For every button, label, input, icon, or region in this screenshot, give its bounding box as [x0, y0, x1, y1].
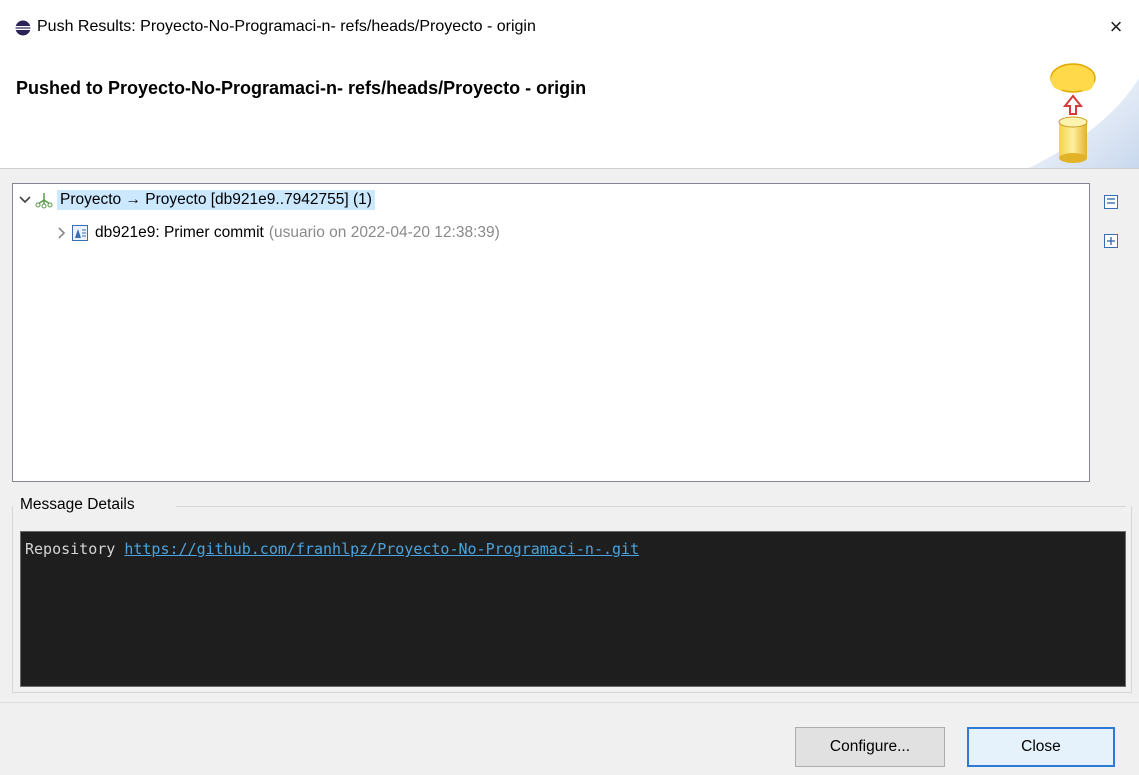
- expand-all-icon[interactable]: [1102, 232, 1120, 250]
- chevron-right-icon[interactable]: [53, 225, 69, 241]
- dialog-banner: Pushed to Proyecto-No-Programaci-n- refs…: [0, 58, 1139, 169]
- collapse-all-icon[interactable]: [1102, 193, 1120, 211]
- repository-prefix: Repository: [25, 540, 125, 558]
- commit-meta: (usuario on 2022-04-20 12:38:39): [268, 224, 500, 241]
- eclipse-icon: [15, 20, 31, 36]
- tree-row-ref-update[interactable]: Proyecto → Proyecto [db921e9..7942755] (…: [17, 189, 375, 211]
- close-window-button[interactable]: ×: [1103, 14, 1129, 40]
- banner-heading: Pushed to Proyecto-No-Programaci-n- refs…: [16, 78, 587, 98]
- chevron-down-icon[interactable]: [17, 192, 33, 208]
- message-line: Repository https://github.com/franhlpz/P…: [25, 540, 639, 558]
- message-details-text[interactable]: Repository https://github.com/franhlpz/P…: [20, 531, 1126, 687]
- branch-icon: [35, 193, 53, 209]
- message-details-label: Message Details: [20, 496, 137, 514]
- repository-link[interactable]: https://github.com/franhlpz/Proyecto-No-…: [124, 540, 639, 558]
- ref-update-label: Proyecto → Proyecto [db921e9..7942755] (…: [57, 190, 375, 210]
- message-details-rule: [176, 506, 1126, 507]
- title-bar: Push Results: Proyecto-No-Programaci-n- …: [0, 0, 1139, 58]
- close-button[interactable]: Close: [967, 727, 1115, 767]
- window-title: Push Results: Proyecto-No-Programaci-n- …: [37, 18, 536, 35]
- cloud-push-database-icon: [1029, 63, 1139, 168]
- configure-button[interactable]: Configure...: [795, 727, 945, 767]
- tree-row-commit[interactable]: db921e9: Primer commit (usuario on 2022-…: [53, 222, 500, 244]
- commit-label: db921e9: Primer commit: [95, 224, 264, 241]
- button-bar-separator: [0, 702, 1139, 703]
- commit-icon: [72, 225, 88, 241]
- push-results-tree[interactable]: Proyecto → Proyecto [db921e9..7942755] (…: [12, 183, 1090, 482]
